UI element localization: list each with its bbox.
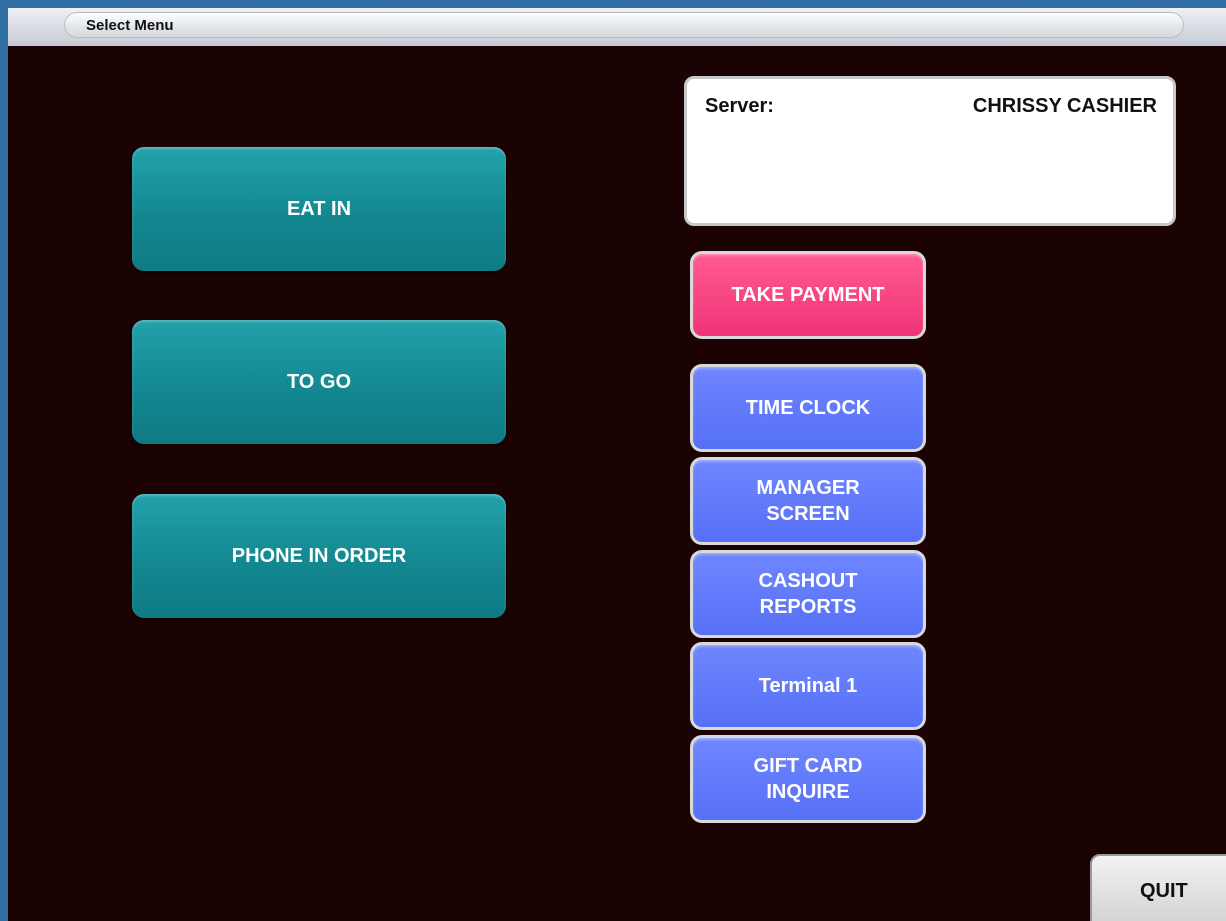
time-clock-label: TIME CLOCK xyxy=(745,397,871,419)
terminal-label: Terminal 1 xyxy=(758,675,858,697)
eat-in-label: EAT IN xyxy=(286,197,352,220)
eat-in-button[interactable]: EAT IN xyxy=(132,147,506,271)
terminal-button[interactable]: Terminal 1 xyxy=(690,642,926,730)
quit-button[interactable]: QUIT xyxy=(1090,854,1226,921)
title-pill: Select Menu xyxy=(64,12,1184,38)
time-clock-button[interactable]: TIME CLOCK xyxy=(690,364,926,452)
server-panel: Server: CHRISSY CASHIER xyxy=(684,76,1176,226)
gift-card-inquire-button[interactable]: GIFT CARD INQUIRE xyxy=(690,735,926,823)
title-bar: Select Menu xyxy=(8,8,1226,46)
app-window: Select Menu EAT IN TO GO PHONE IN ORDER … xyxy=(8,8,1226,921)
manager-screen-button[interactable]: MANAGER SCREEN xyxy=(690,457,926,545)
phone-in-order-button[interactable]: PHONE IN ORDER xyxy=(132,494,506,618)
window-title: Select Menu xyxy=(86,17,174,34)
phone-in-order-label: PHONE IN ORDER xyxy=(231,544,407,567)
cashout-reports-button[interactable]: CASHOUT REPORTS xyxy=(690,550,926,638)
to-go-label: TO GO xyxy=(286,370,352,393)
server-name: CHRISSY CASHIER xyxy=(972,95,1157,117)
manager-screen-label: MANAGER SCREEN xyxy=(756,477,860,525)
quit-label: QUIT xyxy=(1140,879,1188,902)
gift-card-inquire-label: GIFT CARD INQUIRE xyxy=(753,755,863,803)
to-go-button[interactable]: TO GO xyxy=(132,320,506,444)
take-payment-label: TAKE PAYMENT xyxy=(731,284,885,306)
take-payment-button[interactable]: TAKE PAYMENT xyxy=(690,251,926,339)
server-label: Server: xyxy=(705,95,774,117)
cashout-reports-label: CASHOUT REPORTS xyxy=(758,570,858,618)
